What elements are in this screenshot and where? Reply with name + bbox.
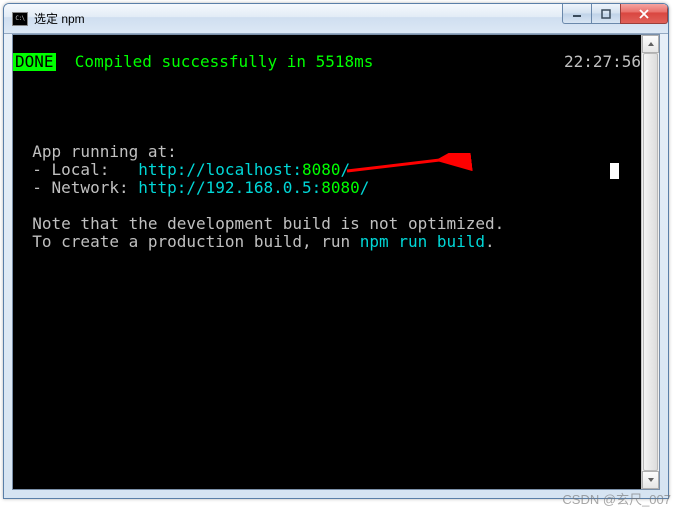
terminal-output[interactable]: DONE Compiled successfully in 5518ms 22:2…: [13, 35, 641, 489]
text-cursor: [610, 163, 619, 179]
network-label: - Network:: [32, 178, 138, 197]
note-line-2-pre: To create a production build, run: [32, 232, 360, 251]
maximize-button[interactable]: [591, 4, 621, 24]
npm-run-build-cmd: npm run build: [360, 232, 485, 251]
titlebar[interactable]: 选定 npm: [4, 4, 668, 34]
window-title: 选定 npm: [34, 10, 563, 27]
vertical-scrollbar[interactable]: [641, 35, 659, 489]
scrollbar-thumb[interactable]: [643, 53, 658, 471]
cmd-icon: [12, 12, 28, 26]
csdn-watermark: CSDN @玄尺_007: [562, 489, 671, 508]
scrollbar-track[interactable]: [642, 53, 659, 471]
scroll-up-button[interactable]: [642, 35, 659, 53]
timestamp: 22:27:56: [564, 53, 641, 71]
minimize-button[interactable]: [562, 4, 592, 24]
done-badge: DONE: [13, 53, 56, 71]
app-running-label: App running at:: [32, 142, 177, 161]
local-url: http://localhost:8080/: [138, 160, 350, 179]
terminal-body: App running at: - Local: http://localhos…: [13, 89, 641, 251]
note-line-2-post: .: [485, 232, 495, 251]
close-button[interactable]: [620, 4, 668, 24]
note-line-1: Note that the development build is not o…: [32, 214, 504, 233]
local-label: - Local:: [32, 160, 138, 179]
network-url: http://192.168.0.5:8080/: [138, 178, 369, 197]
window-controls: [563, 4, 668, 33]
scroll-down-button[interactable]: [642, 471, 659, 489]
compile-message: Compiled successfully in 5518ms: [56, 53, 374, 71]
app-window: 选定 npm DONE Compiled successfully in 551…: [3, 3, 669, 499]
terminal-client-area: DONE Compiled successfully in 5518ms 22:2…: [12, 34, 660, 490]
